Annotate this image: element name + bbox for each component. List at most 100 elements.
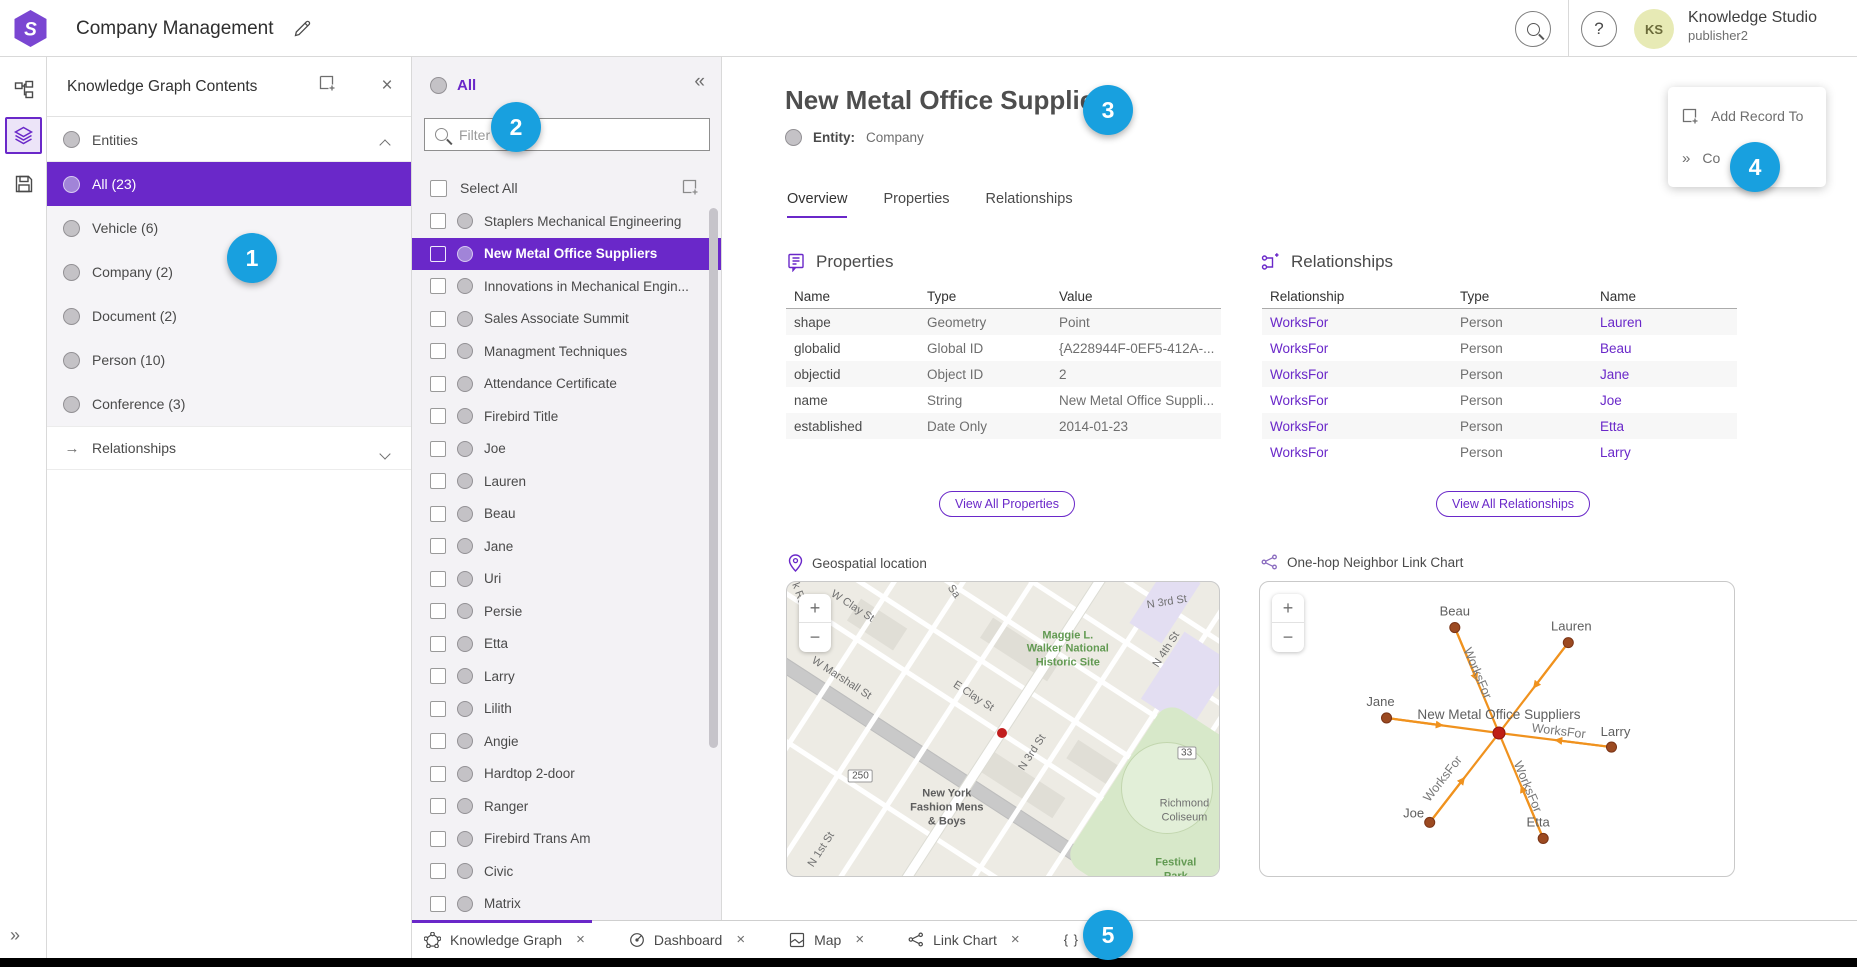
close-panel-button[interactable]: × (373, 72, 401, 100)
list-item[interactable]: Civic (412, 855, 721, 888)
search-button[interactable] (1515, 11, 1551, 47)
list-item[interactable]: Persie (412, 595, 721, 628)
list-item[interactable]: Matrix (412, 888, 721, 921)
save-button[interactable] (5, 165, 42, 202)
item-checkbox[interactable] (430, 343, 446, 359)
node-center[interactable] (1493, 727, 1505, 739)
geospatial-map[interactable]: N 3rd St Maggie L. Walker National Histo… (786, 581, 1220, 877)
node-joe[interactable] (1425, 817, 1435, 827)
item-checkbox[interactable] (430, 896, 446, 912)
item-checkbox[interactable] (430, 636, 446, 652)
item-checkbox[interactable] (430, 473, 446, 489)
data-model-button[interactable] (5, 71, 42, 108)
add-record-button[interactable] (319, 75, 336, 92)
list-item[interactable]: Sales Associate Summit (412, 303, 721, 336)
item-checkbox[interactable] (430, 668, 446, 684)
menu-item-add-record-to[interactable]: Add Record To (1668, 95, 1826, 137)
node-lauren[interactable] (1563, 638, 1573, 648)
zoom-in-button[interactable]: + (1272, 594, 1304, 623)
edit-title-button[interactable] (288, 14, 316, 42)
relationship-link[interactable]: WorksFor (1270, 445, 1328, 460)
zoom-out-button[interactable]: − (1272, 623, 1304, 652)
zoom-out-button[interactable]: − (799, 623, 831, 652)
item-checkbox[interactable] (430, 766, 446, 782)
list-item[interactable]: Jane (412, 530, 721, 563)
item-checkbox[interactable] (430, 408, 446, 424)
collapse-panel-button[interactable]: « (694, 71, 705, 93)
node-jane[interactable] (1382, 713, 1392, 723)
app-logo-icon[interactable]: S (11, 9, 50, 48)
related-entity-link[interactable]: Lauren (1600, 315, 1642, 330)
node-etta[interactable] (1538, 833, 1548, 843)
item-checkbox[interactable] (430, 538, 446, 554)
item-checkbox[interactable] (430, 278, 446, 294)
zoom-in-button[interactable]: + (799, 594, 831, 623)
list-item[interactable]: New Metal Office Suppliers (412, 238, 721, 271)
list-item[interactable]: Lilith (412, 693, 721, 726)
relationship-link[interactable]: WorksFor (1270, 419, 1328, 434)
tab-relationships[interactable]: Relationships (986, 191, 1073, 218)
item-checkbox[interactable] (430, 831, 446, 847)
expand-rail-button[interactable]: » (10, 925, 20, 946)
list-item[interactable]: Staplers Mechanical Engineering (412, 205, 721, 238)
related-entity-link[interactable]: Beau (1600, 341, 1632, 356)
item-checkbox[interactable] (430, 213, 446, 229)
add-record-button[interactable] (682, 179, 699, 196)
entity-type-row[interactable]: Person (10) (47, 338, 411, 382)
item-checkbox[interactable] (430, 798, 446, 814)
list-panel-all[interactable]: All (430, 77, 476, 94)
list-item[interactable]: Angie (412, 725, 721, 758)
related-entity-link[interactable]: Larry (1600, 445, 1631, 460)
entity-type-row[interactable]: Conference (3) (47, 382, 411, 426)
list-item[interactable]: Lauren (412, 465, 721, 498)
entity-type-row[interactable]: Vehicle (6) (47, 206, 411, 250)
avatar[interactable]: KS (1634, 9, 1674, 49)
item-checkbox[interactable] (430, 246, 446, 262)
relationship-link[interactable]: WorksFor (1270, 393, 1328, 408)
help-button[interactable]: ? (1581, 11, 1617, 47)
list-item[interactable]: Attendance Certificate (412, 368, 721, 401)
close-tab-icon[interactable]: × (1011, 931, 1020, 948)
list-item[interactable]: Larry (412, 660, 721, 693)
relationship-link[interactable]: WorksFor (1270, 367, 1328, 382)
tab-overview[interactable]: Overview (787, 191, 847, 218)
list-item[interactable]: Firebird Title (412, 400, 721, 433)
item-checkbox[interactable] (430, 733, 446, 749)
close-tab-icon[interactable]: × (855, 931, 864, 948)
entity-type-row[interactable]: All (23) (47, 162, 411, 206)
list-item[interactable]: Joe (412, 433, 721, 466)
close-tab-icon[interactable]: × (576, 931, 585, 948)
item-checkbox[interactable] (430, 311, 446, 327)
link-chart[interactable]: Beau Lauren Jane Larry Joe Etta New Meta… (1259, 581, 1735, 877)
tab-properties[interactable]: Properties (883, 191, 949, 218)
list-item[interactable]: Managment Techniques (412, 335, 721, 368)
list-item[interactable]: Etta (412, 628, 721, 661)
item-checkbox[interactable] (430, 376, 446, 392)
related-entity-link[interactable]: Joe (1600, 393, 1622, 408)
list-item[interactable]: Innovations in Mechanical Engin... (412, 270, 721, 303)
contents-button[interactable] (5, 117, 42, 154)
item-checkbox[interactable] (430, 863, 446, 879)
account-info[interactable]: Knowledge Studio publisher2 (1688, 8, 1817, 44)
item-checkbox[interactable] (430, 571, 446, 587)
close-tab-icon[interactable]: × (736, 931, 745, 948)
tab-dashboard[interactable]: Dashboard × (629, 931, 745, 948)
node-beau[interactable] (1450, 623, 1460, 633)
item-checkbox[interactable] (430, 506, 446, 522)
relationships-group-row[interactable]: → Relationships (47, 426, 411, 470)
relationship-link[interactable]: WorksFor (1270, 341, 1328, 356)
list-item[interactable]: Beau (412, 498, 721, 531)
item-checkbox[interactable] (430, 441, 446, 457)
tab-link-chart[interactable]: Link Chart × (908, 931, 1020, 948)
list-item[interactable]: Uri (412, 563, 721, 596)
select-all-checkbox[interactable] (430, 180, 447, 197)
list-item[interactable]: Ranger (412, 790, 721, 823)
list-item[interactable]: Hardtop 2-door (412, 758, 721, 791)
tab-map[interactable]: Map × (789, 931, 864, 948)
view-all-relationships-button[interactable]: View All Relationships (1436, 491, 1590, 517)
tab-knowledge-graph[interactable]: Knowledge Graph × (424, 931, 585, 948)
list-item[interactable]: Firebird Trans Am (412, 823, 721, 856)
view-all-properties-button[interactable]: View All Properties (939, 491, 1075, 517)
item-checkbox[interactable] (430, 603, 446, 619)
node-larry[interactable] (1606, 742, 1616, 752)
